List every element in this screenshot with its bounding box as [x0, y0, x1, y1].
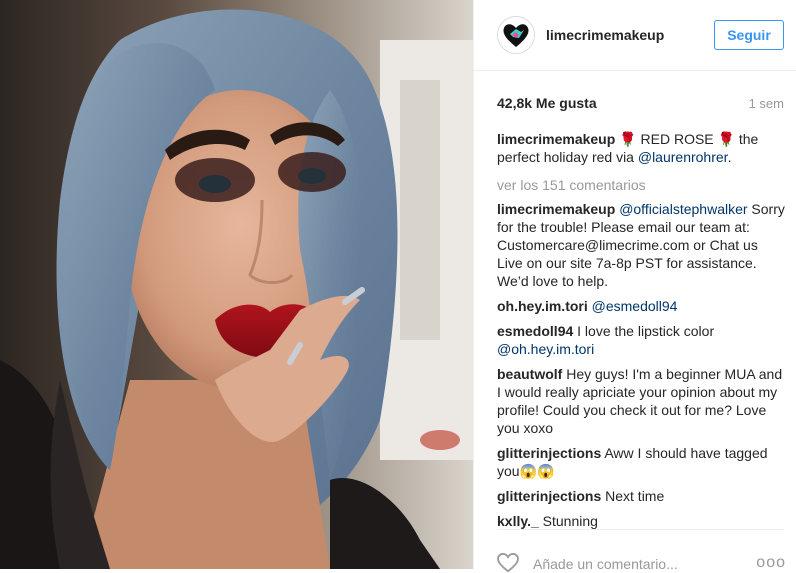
comment-username[interactable]: limecrimemakeup [497, 201, 615, 217]
follow-button[interactable]: Seguir [714, 20, 784, 50]
more-options-icon[interactable]: ooo [756, 554, 786, 572]
comment-item: limecrimemakeup @officialstephwalker Sor… [497, 200, 787, 290]
comment-text: Next time [601, 488, 665, 504]
comment-mention[interactable]: @officialstephwalker [619, 201, 747, 217]
caption-mention[interactable]: @laurenrohrer [638, 149, 728, 165]
post-header: limecrimemakeup Seguir [474, 0, 796, 71]
caption-username[interactable]: limecrimemakeup [497, 131, 615, 147]
comment-username[interactable]: oh.hey.im.tori [497, 298, 588, 314]
post-photo[interactable] [0, 0, 473, 569]
comment-item: oh.hey.im.tori @esmedoll94 [497, 297, 787, 315]
comment-text: Stunning [538, 513, 598, 529]
comment-item: beautwolf Hey guys! I'm a beginner MUA a… [497, 365, 787, 437]
comments-list: limecrimemakeup 🌹 RED ROSE 🌹 the perfect… [497, 130, 787, 537]
comment-mention[interactable]: @oh.hey.im.tori [497, 341, 594, 357]
add-comment-input[interactable]: Añade un comentario... [533, 556, 678, 572]
comment-username[interactable]: glitterinjections [497, 488, 601, 504]
post-username[interactable]: limecrimemakeup [546, 27, 664, 43]
comment-text: I love the lipstick color [573, 323, 715, 339]
comment-mention[interactable]: @esmedoll94 [592, 298, 678, 314]
portrait-illustration [0, 0, 473, 569]
comment-username[interactable]: glitterinjections [497, 445, 601, 461]
comment-footer: Añade un comentario... ooo [497, 529, 786, 573]
comment-item: kxlly._ Stunning [497, 512, 787, 530]
post-panel: limecrimemakeup Seguir 42,8k Me gusta 1 … [473, 0, 796, 573]
heart-icon[interactable] [497, 553, 519, 573]
comment-item: esmedoll94 I love the lipstick color @oh… [497, 322, 787, 358]
caption: limecrimemakeup 🌹 RED ROSE 🌹 the perfect… [497, 130, 787, 166]
caption-end: . [727, 149, 732, 165]
post-time[interactable]: 1 sem [749, 96, 784, 111]
avatar[interactable] [497, 16, 535, 54]
view-all-comments-link[interactable]: ver los 151 comentarios [497, 176, 787, 194]
comment-item: glitterinjections Next time [497, 487, 787, 505]
comment-item: glitterinjections Aww I should have tagg… [497, 444, 787, 480]
comment-username[interactable]: kxlly._ [497, 513, 539, 529]
likes-count[interactable]: 42,8k Me gusta [497, 95, 597, 111]
comment-username[interactable]: beautwolf [497, 366, 562, 382]
lime-crime-logo-icon [498, 17, 534, 53]
comment-username[interactable]: esmedoll94 [497, 323, 573, 339]
